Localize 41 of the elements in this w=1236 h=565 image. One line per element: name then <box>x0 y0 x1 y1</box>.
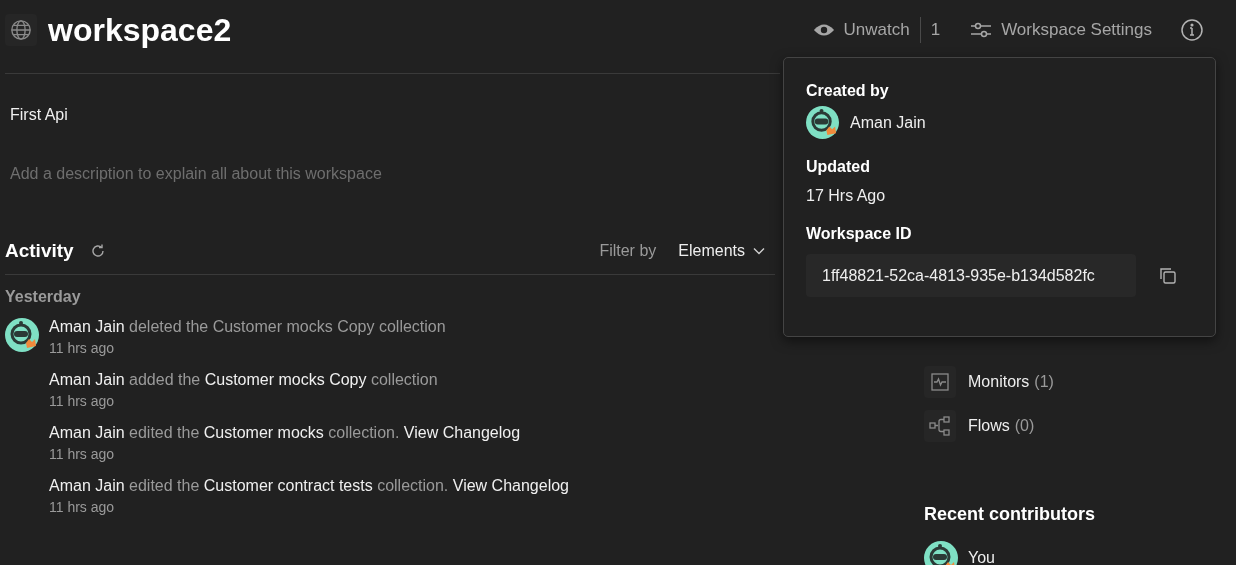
updated-time: 17 Hrs Ago <box>806 187 887 205</box>
sidebar-item[interactable]: Flows (0) <box>924 404 1236 448</box>
activity-time: 11 hrs ago <box>49 499 116 515</box>
filter-dropdown[interactable]: Elements <box>678 242 765 260</box>
avatar-icon <box>5 318 39 352</box>
sidebar-item[interactable]: Monitors (1) <box>924 360 1236 404</box>
activity-time: 11 hrs ago <box>49 446 116 462</box>
view-changelog-link[interactable]: View Changelog <box>452 477 569 494</box>
refresh-icon[interactable] <box>89 243 106 259</box>
filter-label: Filter by <box>599 242 657 260</box>
workspace-settings-button[interactable]: Workspace Settings <box>970 20 1152 40</box>
workspace-id-label: Workspace ID <box>806 225 913 243</box>
contributor-name: You <box>968 549 995 565</box>
activity-time: 11 hrs ago <box>49 340 116 356</box>
pulse-icon <box>930 372 950 392</box>
chevron-down-icon <box>753 247 765 255</box>
avatar-icon <box>806 106 839 139</box>
view-changelog-link[interactable]: View Changelog <box>403 424 521 441</box>
watch-count: 1 <box>930 20 941 40</box>
created-by-label: Created by <box>806 82 890 100</box>
activity-text: Aman Jain deleted the Customer mocks Copy collection <box>49 318 446 336</box>
unwatch-button[interactable]: Unwatch <box>812 20 910 40</box>
activity-time: 11 hrs ago <box>49 393 116 409</box>
avatar-icon <box>924 541 958 565</box>
workspace-id-field[interactable]: 1ff48821-52ca-4813-935e-b134d582fc <box>806 254 1136 297</box>
eye-icon <box>812 22 835 38</box>
workspace-title: workspace2 <box>48 11 232 49</box>
activity-text: Aman Jain added the Customer mocks Copy collection <box>49 371 438 389</box>
workspace-summary: First Api <box>10 106 69 124</box>
globe-icon <box>5 14 37 46</box>
copy-icon[interactable] <box>1158 265 1178 286</box>
flow-icon <box>929 416 951 436</box>
activity-text: Aman Jain edited the Customer contract tests collection. View Changelog <box>49 477 569 495</box>
info-icon[interactable] <box>1180 18 1204 42</box>
activity-text: Aman Jain edited the Customer mocks collection. View Changelog <box>49 424 521 442</box>
date-heading: Yesterday <box>5 288 82 306</box>
creator-name: Aman Jain <box>850 113 926 132</box>
activity-heading: Activity <box>5 240 74 262</box>
sliders-icon <box>970 21 993 39</box>
contributors-heading: Recent contributors <box>924 504 1097 525</box>
updated-label: Updated <box>806 158 871 176</box>
